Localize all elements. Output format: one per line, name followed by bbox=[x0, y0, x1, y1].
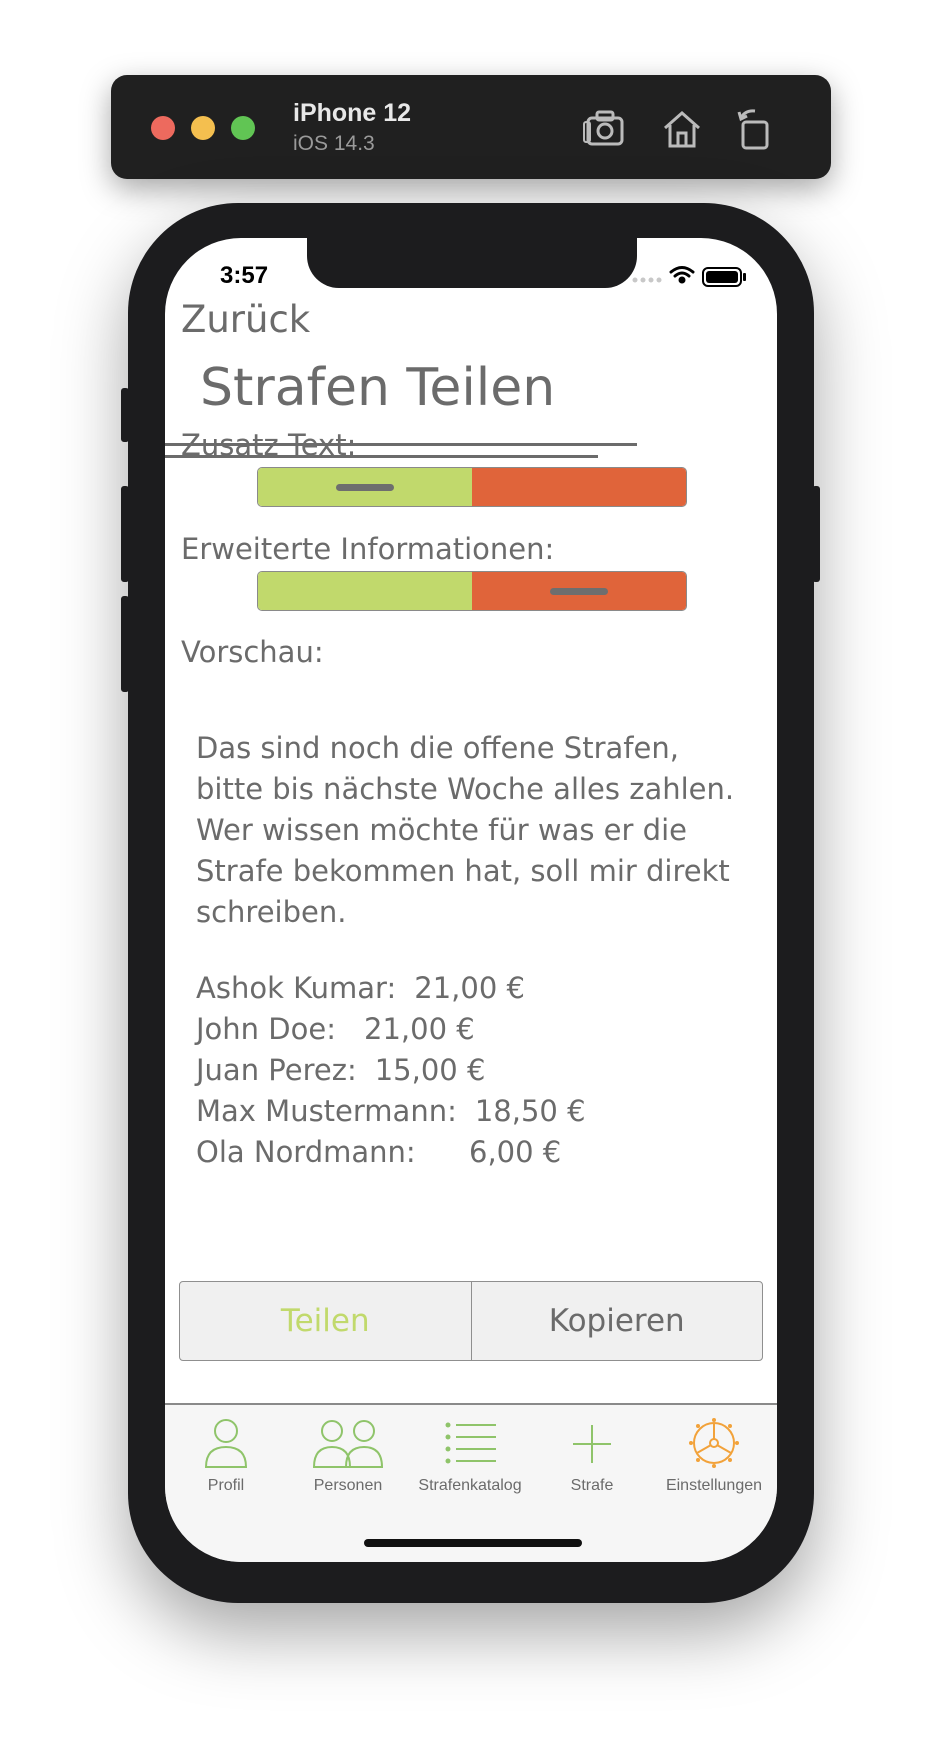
toggle-on-segment[interactable] bbox=[258, 572, 472, 610]
home-icon[interactable] bbox=[659, 106, 705, 152]
battery-icon bbox=[702, 267, 746, 287]
volume-down-button bbox=[121, 596, 129, 692]
tab-label: Profil bbox=[207, 1477, 245, 1494]
minimize-window-button[interactable] bbox=[191, 116, 215, 140]
simulator-device-name: iPhone 12 bbox=[293, 99, 412, 127]
home-indicator bbox=[364, 1539, 582, 1547]
fine-amount: 15,00 € bbox=[374, 1053, 486, 1087]
tab-label: Personen bbox=[313, 1477, 383, 1494]
toggle-off-segment[interactable] bbox=[472, 572, 686, 610]
settings-wheel-icon bbox=[684, 1417, 744, 1469]
close-window-button[interactable] bbox=[151, 116, 175, 140]
extended-info-toggle[interactable] bbox=[257, 571, 687, 611]
share-actions: Teilen Kopieren bbox=[179, 1281, 763, 1361]
people-icon bbox=[311, 1417, 385, 1469]
share-button[interactable]: Teilen bbox=[180, 1282, 472, 1360]
toggle-on-segment[interactable] bbox=[258, 468, 472, 506]
copy-button[interactable]: Kopieren bbox=[472, 1282, 763, 1360]
fine-amount: 6,00 € bbox=[469, 1135, 562, 1169]
fine-amount: 21,00 € bbox=[414, 971, 525, 1005]
tab-strafe[interactable]: Strafe bbox=[531, 1405, 653, 1515]
screenshot-icon[interactable] bbox=[582, 106, 628, 152]
extra-text-toggle[interactable] bbox=[257, 467, 687, 507]
fine-row: Ashok Kumar: 21,00 € bbox=[196, 968, 586, 1009]
list-icon bbox=[440, 1417, 500, 1469]
person-icon bbox=[196, 1417, 256, 1469]
fine-person-name: Juan Perez: bbox=[196, 1053, 357, 1087]
fine-amount: 21,00 € bbox=[364, 1012, 475, 1046]
status-icons bbox=[631, 260, 751, 290]
signal-icon bbox=[632, 277, 662, 283]
fine-person-name: John Doe: bbox=[196, 1012, 336, 1046]
fine-row: Juan Perez: 15,00 € bbox=[196, 1050, 586, 1091]
fine-amount: 18,50 € bbox=[474, 1094, 586, 1128]
silent-switch bbox=[121, 388, 129, 442]
back-button[interactable]: Zurück bbox=[181, 298, 310, 341]
status-time: 3:57 bbox=[220, 262, 269, 289]
page-title: Strafen Teilen bbox=[200, 358, 556, 418]
power-button bbox=[812, 486, 820, 582]
extended-info-label: Erweiterte Informationen: bbox=[181, 532, 555, 566]
tab-personen[interactable]: Personen bbox=[287, 1405, 409, 1515]
fine-row: Max Mustermann: 18,50 € bbox=[196, 1091, 586, 1132]
rotate-icon[interactable] bbox=[731, 106, 777, 152]
volume-up-button bbox=[121, 486, 129, 582]
tab-label: Strafenkatalog bbox=[418, 1477, 522, 1494]
tab-strafenkatalog[interactable]: Strafenkatalog bbox=[409, 1405, 531, 1515]
wifi-icon bbox=[669, 266, 695, 284]
preview-message: Das sind noch die offene Strafen, bitte … bbox=[196, 731, 735, 929]
toggle-knob bbox=[550, 588, 608, 595]
tab-einstellungen[interactable]: Einstellungen bbox=[653, 1405, 775, 1515]
fine-row: John Doe: 21,00 € bbox=[196, 1009, 586, 1050]
fine-person-name: Max Mustermann: bbox=[196, 1094, 457, 1128]
toggle-off-segment[interactable] bbox=[472, 468, 686, 506]
fines-list: Ashok Kumar: 21,00 € John Doe: 21,00 € Jua… bbox=[196, 968, 586, 1173]
fine-person-name: Ashok Kumar: bbox=[196, 971, 397, 1005]
toggle-knob bbox=[336, 484, 394, 491]
tab-profil[interactable]: Profil bbox=[165, 1405, 287, 1515]
extra-text-label: Zusatz Text: bbox=[181, 428, 357, 462]
simulator-os-version: iOS 14.3 bbox=[293, 132, 375, 155]
preview-label: Vorschau: bbox=[181, 635, 324, 669]
tab-label: Strafe bbox=[570, 1477, 614, 1494]
phone-screen: 3:57 Zurück Strafen Teilen Zusatz Text: … bbox=[165, 238, 777, 1562]
tab-label: Einstellungen bbox=[665, 1477, 763, 1494]
fine-row: Ola Nordmann: 6,00 € bbox=[196, 1132, 586, 1173]
plus-icon bbox=[562, 1417, 622, 1469]
simulator-title-bar bbox=[111, 75, 831, 179]
notch bbox=[307, 238, 637, 288]
zoom-window-button[interactable] bbox=[231, 116, 255, 140]
fine-person-name: Ola Nordmann: bbox=[196, 1135, 416, 1169]
